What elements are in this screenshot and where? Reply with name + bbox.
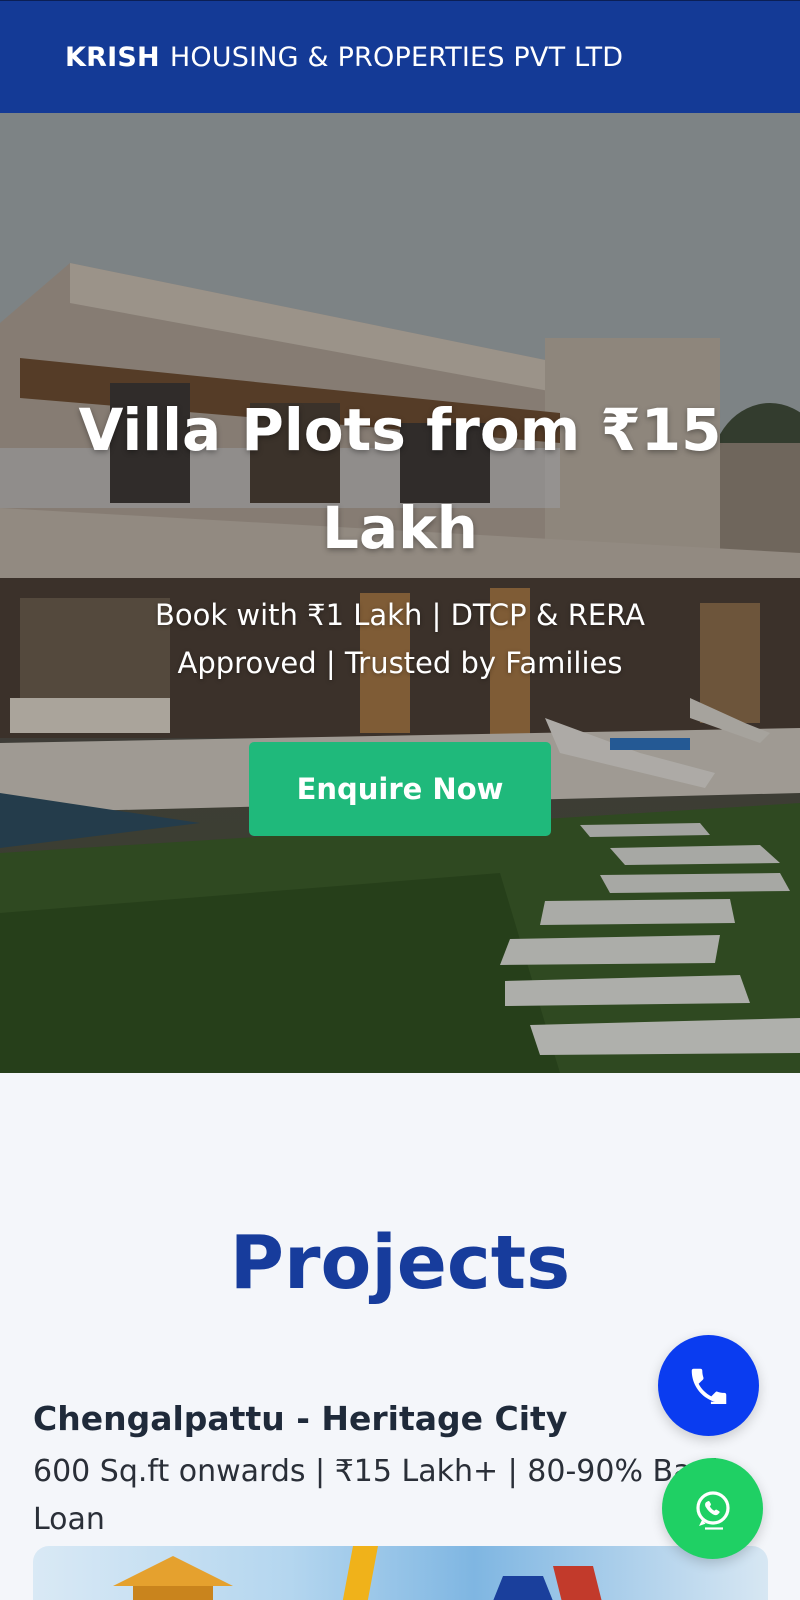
projects-heading: Projects	[229, 1220, 571, 1306]
hero-title: Villa Plots from ₹15 Lakh	[78, 396, 722, 562]
project-image[interactable]	[33, 1546, 768, 1600]
call-button[interactable]	[658, 1335, 759, 1436]
project-image-art	[113, 1546, 602, 1600]
site-header: KRISH HOUSING & PROPERTIES PVT LTD	[0, 0, 800, 113]
whatsapp-button[interactable]	[662, 1458, 763, 1559]
hero-subtitle: Book with ₹1 Lakh | DTCP & RERA Approved…	[155, 598, 645, 680]
project-description: 600 Sq.ft onwards | ₹15 Lakh+ | 80-90% B…	[33, 1454, 728, 1537]
whatsapp-icon	[695, 1490, 730, 1530]
brand-name-rest: HOUSING & PROPERTIES PVT LTD	[169, 41, 624, 73]
project-name: Chengalpattu - Heritage City	[33, 1399, 568, 1438]
hero-section: Villa Plots from ₹15 Lakh Book with ₹1 L…	[0, 113, 800, 1073]
phone-icon	[691, 1368, 726, 1404]
enquire-now-button[interactable]: Enquire Now	[249, 742, 551, 836]
brand-name-strong: KRISH	[65, 41, 160, 73]
